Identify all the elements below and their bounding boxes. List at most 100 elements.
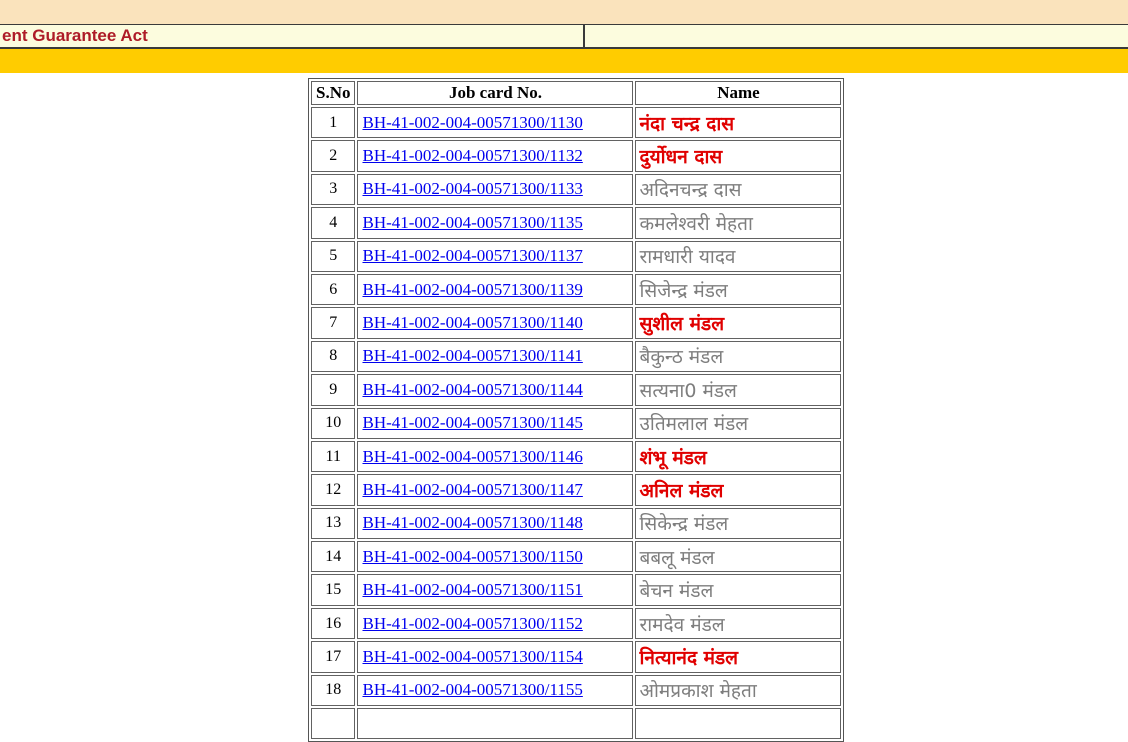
worker-name-cell: सुशील मंडल [635, 307, 841, 338]
table-row: 2 BH-41-002-004-00571300/1132 दुर्योधन दास [311, 140, 841, 171]
job-card-cell: BH-41-002-004-00571300/1144 [357, 374, 633, 405]
worker-name-cell: ओमप्रकाश मेहता [635, 675, 841, 706]
worker-name-cell: कमलेश्वरी मेहता [635, 207, 841, 238]
job-card-link[interactable]: BH-41-002-004-00571300/1146 [362, 447, 582, 466]
col-header-jobcard: Job card No. [357, 81, 633, 105]
table-row: 16 BH-41-002-004-00571300/1152 रामदेव मंडल [311, 608, 841, 639]
serial-number-cell: 9 [311, 374, 355, 405]
serial-number-cell: 3 [311, 174, 355, 205]
page-top-strip [0, 0, 1128, 24]
jobcard-table-body: 1 BH-41-002-004-00571300/1130 नंदा चन्द्र … [311, 107, 841, 739]
col-header-name: Name [635, 81, 841, 105]
serial-number-cell: 1 [311, 107, 355, 138]
worker-name-cell: उतिमलाल मंडल [635, 408, 841, 439]
table-row: 11 BH-41-002-004-00571300/1146 शंभू मंडल [311, 441, 841, 472]
worker-name-cell: सत्यना0 मंडल [635, 374, 841, 405]
job-card-link[interactable]: BH-41-002-004-00571300/1151 [362, 580, 582, 599]
header-cell-divider [583, 25, 585, 47]
job-card-cell: BH-41-002-004-00571300/1141 [357, 341, 633, 372]
table-row: 18 BH-41-002-004-00571300/1155 ओमप्रकाश मे… [311, 675, 841, 706]
table-row: 17BH-41-002-004-00571300/1154नित्यानंद म… [311, 641, 841, 672]
job-card-cell: BH-41-002-004-00571300/1137 [357, 241, 633, 272]
col-header-sno: S.No [311, 81, 355, 105]
serial-number-cell: 13 [311, 508, 355, 539]
serial-number-cell: 10 [311, 408, 355, 439]
job-card-cell: BH-41-002-004-00571300/1146 [357, 441, 633, 472]
job-card-link[interactable]: BH-41-002-004-00571300/1130 [362, 113, 582, 132]
worker-name-cell: रामदेव मंडल [635, 608, 841, 639]
serial-number-cell: 6 [311, 274, 355, 305]
table-row: 12 BH-41-002-004-00571300/1147 अनिल मंडल [311, 474, 841, 505]
job-card-link[interactable]: BH-41-002-004-00571300/1150 [362, 547, 582, 566]
job-card-cell: BH-41-002-004-00571300/1151 [357, 574, 633, 605]
job-card-cell: BH-41-002-004-00571300/1130 [357, 107, 633, 138]
worker-name-cell: अनिल मंडल [635, 474, 841, 505]
worker-name-cell: शंभू मंडल [635, 441, 841, 472]
serial-number-cell: 2 [311, 140, 355, 171]
job-card-link[interactable]: BH-41-002-004-00571300/1152 [362, 614, 582, 633]
serial-number-cell: 8 [311, 341, 355, 372]
job-card-cell: BH-41-002-004-00571300/1147 [357, 474, 633, 505]
table-row: 5 BH-41-002-004-00571300/1137 रामधारी यादव [311, 241, 841, 272]
job-card-cell: BH-41-002-004-00571300/1155 [357, 675, 633, 706]
job-card-cell: BH-41-002-004-00571300/1148 [357, 508, 633, 539]
job-card-cell [357, 708, 633, 739]
serial-number-cell: 4 [311, 207, 355, 238]
job-card-link[interactable]: BH-41-002-004-00571300/1154 [362, 647, 582, 666]
worker-name-cell: नंदा चन्द्र दास [635, 107, 841, 138]
job-card-link[interactable]: BH-41-002-004-00571300/1140 [362, 313, 582, 332]
serial-number-cell [311, 708, 355, 739]
worker-name-cell: अदिनचन्द्र दास [635, 174, 841, 205]
table-row: 4 BH-41-002-004-00571300/1135 कमलेश्वरी मे… [311, 207, 841, 238]
job-card-link[interactable]: BH-41-002-004-00571300/1137 [362, 246, 582, 265]
serial-number-cell: 5 [311, 241, 355, 272]
worker-name-cell [635, 708, 841, 739]
job-card-link[interactable]: BH-41-002-004-00571300/1145 [362, 413, 582, 432]
table-header-row: S.No Job card No. Name [311, 81, 841, 105]
serial-number-cell: 7 [311, 307, 355, 338]
table-row: 9 BH-41-002-004-00571300/1144 सत्यना0 मंडल [311, 374, 841, 405]
table-row: 6BH-41-002-004-00571300/1139सिजेन्द्र मं… [311, 274, 841, 305]
job-card-link[interactable]: BH-41-002-004-00571300/1133 [362, 179, 582, 198]
job-card-link[interactable]: BH-41-002-004-00571300/1148 [362, 513, 582, 532]
job-card-cell: BH-41-002-004-00571300/1150 [357, 541, 633, 572]
job-card-link[interactable]: BH-41-002-004-00571300/1155 [362, 680, 582, 699]
worker-name-cell: बेचन मंडल [635, 574, 841, 605]
table-row: 1 BH-41-002-004-00571300/1130 नंदा चन्द्र … [311, 107, 841, 138]
gold-accent-bar [0, 49, 1128, 73]
job-card-cell: BH-41-002-004-00571300/1152 [357, 608, 633, 639]
job-card-cell: BH-41-002-004-00571300/1154 [357, 641, 633, 672]
table-row: 3 BH-41-002-004-00571300/1133 अदिनचन्द्र द… [311, 174, 841, 205]
site-title: ent Guarantee Act [2, 26, 148, 46]
job-card-cell: BH-41-002-004-00571300/1145 [357, 408, 633, 439]
worker-name-cell: बबलू मंडल [635, 541, 841, 572]
serial-number-cell: 16 [311, 608, 355, 639]
table-row: 7 BH-41-002-004-00571300/1140 सुशील मंडल [311, 307, 841, 338]
worker-name-cell: दुर्योधन दास [635, 140, 841, 171]
table-row: 10 BH-41-002-004-00571300/1145 उतिमलाल मंड… [311, 408, 841, 439]
job-card-link[interactable]: BH-41-002-004-00571300/1139 [362, 280, 582, 299]
serial-number-cell: 15 [311, 574, 355, 605]
job-card-cell: BH-41-002-004-00571300/1140 [357, 307, 633, 338]
job-card-link[interactable]: BH-41-002-004-00571300/1132 [362, 146, 582, 165]
job-card-link[interactable]: BH-41-002-004-00571300/1141 [362, 346, 582, 365]
serial-number-cell: 12 [311, 474, 355, 505]
job-card-cell: BH-41-002-004-00571300/1132 [357, 140, 633, 171]
job-card-link[interactable]: BH-41-002-004-00571300/1147 [362, 480, 582, 499]
job-card-link[interactable]: BH-41-002-004-00571300/1144 [362, 380, 582, 399]
worker-name-cell: सिकेन्द्र मंडल [635, 508, 841, 539]
header-bar: ent Guarantee Act [0, 24, 1128, 49]
table-row: 14BH-41-002-004-00571300/1150बबलू मंडल [311, 541, 841, 572]
worker-name-cell: रामधारी यादव [635, 241, 841, 272]
job-card-cell: BH-41-002-004-00571300/1133 [357, 174, 633, 205]
worker-name-cell: नित्यानंद मंडल [635, 641, 841, 672]
serial-number-cell: 18 [311, 675, 355, 706]
job-card-cell: BH-41-002-004-00571300/1139 [357, 274, 633, 305]
table-row: 15 BH-41-002-004-00571300/1151 बेचन मंडल [311, 574, 841, 605]
table-row [311, 708, 841, 739]
job-card-link[interactable]: BH-41-002-004-00571300/1135 [362, 213, 582, 232]
jobcard-table: S.No Job card No. Name 1 BH-41-002-004-00… [308, 78, 844, 742]
worker-name-cell: बैकुन्ठ मंडल [635, 341, 841, 372]
serial-number-cell: 11 [311, 441, 355, 472]
table-row: 8 BH-41-002-004-00571300/1141 बैकुन्ठ मंडल [311, 341, 841, 372]
